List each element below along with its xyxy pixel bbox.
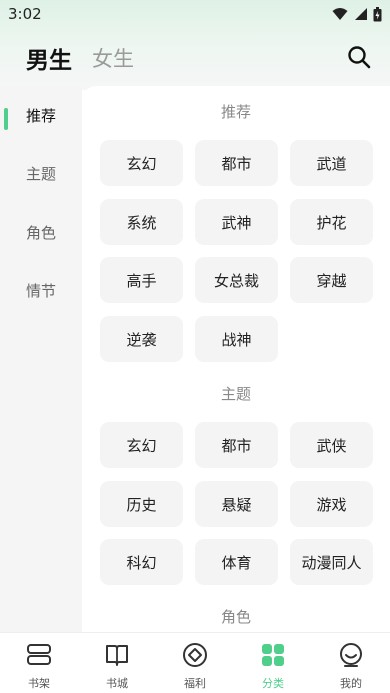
tag-chip[interactable]: 玄幻: [100, 140, 183, 186]
sidebar-item-plot[interactable]: 情节: [0, 276, 82, 306]
tag-chip[interactable]: 武道: [290, 140, 373, 186]
tag-chip[interactable]: 战神: [195, 316, 278, 362]
gift-icon: [183, 643, 207, 667]
sidebar-item-theme[interactable]: 主题: [0, 159, 82, 189]
tag-chip[interactable]: 悬疑: [195, 481, 278, 527]
nav-item-category[interactable]: 分类: [234, 633, 312, 693]
nav-label: 书架: [28, 677, 50, 690]
tag-chip[interactable]: 游戏: [290, 481, 373, 527]
bottom-navigation: 书架 书城 福利 分类 我的: [0, 632, 390, 693]
active-indicator: [4, 108, 8, 130]
sidebar-item-role[interactable]: 角色: [0, 218, 82, 248]
cellular-signal-icon: [355, 8, 367, 20]
gender-tab-bar: 男生 女生: [0, 36, 390, 80]
tab-female[interactable]: 女生: [92, 43, 134, 73]
nav-item-welfare[interactable]: 福利: [156, 633, 234, 693]
profile-icon: [340, 643, 362, 667]
tag-chip[interactable]: 女总裁: [195, 257, 278, 303]
tag-chip[interactable]: 逆袭: [100, 316, 183, 362]
tag-chip[interactable]: 武侠: [290, 422, 373, 468]
status-bar: 3:02: [0, 0, 390, 28]
nav-label: 我的: [340, 677, 362, 690]
sidebar-item-label: 主题: [26, 165, 57, 183]
wifi-icon: [332, 8, 348, 20]
nav-label: 书城: [106, 677, 128, 690]
tag-chip[interactable]: 都市: [195, 422, 278, 468]
tab-male[interactable]: 男生: [26, 41, 72, 75]
search-icon[interactable]: [346, 44, 372, 70]
tag-chip[interactable]: 系统: [100, 199, 183, 245]
tag-content-panel: 推荐 玄幻 都市 武道 系统 武神 护花 高手 女总裁 穿越 逆袭 战神 主题 …: [82, 86, 390, 632]
section-title-recommend: 推荐: [220, 103, 251, 121]
category-icon: [262, 644, 284, 666]
section-title-theme: 主题: [220, 385, 251, 403]
tag-chip[interactable]: 体育: [195, 539, 278, 585]
tag-chip[interactable]: 都市: [195, 140, 278, 186]
nav-item-profile[interactable]: 我的: [312, 633, 390, 693]
tag-chip[interactable]: 科幻: [100, 539, 183, 585]
category-sidebar: 推荐 主题 角色 情节: [0, 86, 82, 632]
tag-chip[interactable]: 高手: [100, 257, 183, 303]
tag-chip[interactable]: 穿越: [290, 257, 373, 303]
sidebar-item-label: 角色: [26, 224, 57, 242]
tag-chip[interactable]: 玄幻: [100, 422, 183, 468]
section-title-role: 角色: [220, 608, 251, 626]
nav-item-bookshelf[interactable]: 书架: [0, 633, 78, 693]
battery-icon: [373, 6, 382, 21]
book-icon: [106, 645, 128, 666]
tag-chip[interactable]: 武神: [195, 199, 278, 245]
nav-item-bookstore[interactable]: 书城: [78, 633, 156, 693]
tag-chip[interactable]: 动漫同人: [290, 539, 373, 585]
sidebar-item-recommend[interactable]: 推荐: [0, 101, 82, 131]
nav-label: 分类: [262, 677, 284, 690]
tag-chip[interactable]: 护花: [290, 199, 373, 245]
sidebar-item-label: 情节: [26, 282, 57, 300]
sidebar-item-label: 推荐: [26, 107, 57, 125]
status-time: 3:02: [8, 5, 42, 23]
bookshelf-icon: [27, 644, 51, 665]
nav-label: 福利: [184, 677, 206, 690]
tag-chip[interactable]: 历史: [100, 481, 183, 527]
